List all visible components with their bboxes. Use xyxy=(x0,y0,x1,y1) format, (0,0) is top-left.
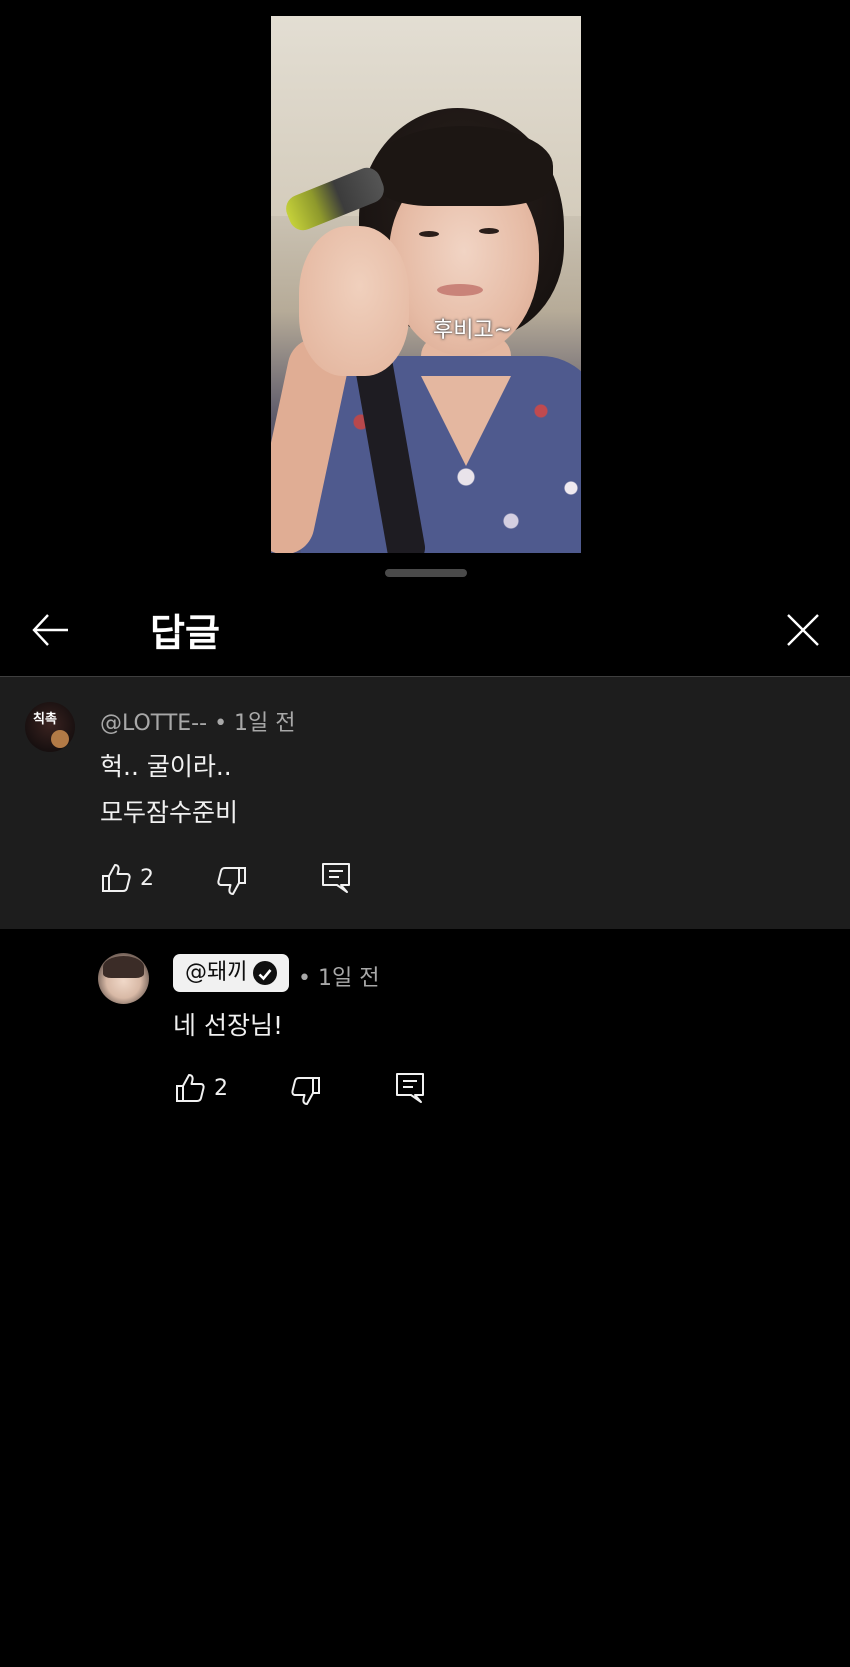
screen: 후비고~ 답글 칙촉 @LOTTE-- • 1일 전 헉.. 굴이라.. 모두잠… xyxy=(0,0,850,1667)
video-lips xyxy=(437,284,483,296)
video-neckline xyxy=(421,376,511,466)
meta-separator: • xyxy=(298,966,311,991)
reply-time: 1일 전 xyxy=(317,966,380,991)
dislike-button[interactable] xyxy=(215,864,249,898)
reply-like-button[interactable] xyxy=(173,1071,207,1105)
arrow-left-icon xyxy=(32,614,68,646)
comment-author[interactable]: @LOTTE-- xyxy=(100,711,207,736)
avatar-logo-text: 칙촉 xyxy=(33,712,57,727)
replies-header: 답글 xyxy=(0,590,850,676)
avatar-hair xyxy=(103,956,144,978)
thumbs-up-icon xyxy=(102,864,131,892)
reply-text: 네 선장님! xyxy=(173,1011,283,1040)
avatar-cookie-image xyxy=(51,730,69,748)
video-player[interactable]: 후비고~ xyxy=(271,16,581,553)
reply-like-count: 2 xyxy=(214,1076,228,1101)
video-hand xyxy=(299,226,409,376)
comment-text-line-2: 모두잠수준비 xyxy=(100,798,239,827)
back-button[interactable] xyxy=(28,608,72,652)
verified-check-icon xyxy=(253,961,278,985)
thumbs-down-icon xyxy=(291,1077,320,1105)
like-count: 2 xyxy=(140,866,154,891)
video-caption: 후비고~ xyxy=(433,318,513,343)
close-icon xyxy=(787,614,819,646)
comment-meta: @LOTTE-- • 1일 전 xyxy=(100,705,296,737)
close-button[interactable] xyxy=(781,608,825,652)
reply-button[interactable] xyxy=(319,861,353,895)
page-title: 답글 xyxy=(150,611,220,655)
video-fringe xyxy=(375,126,553,206)
meta-separator: • xyxy=(214,711,228,736)
drag-handle[interactable] xyxy=(385,569,467,577)
comment-text-line-1: 헉.. 굴이라.. xyxy=(100,752,232,781)
reply-dislike-button[interactable] xyxy=(289,1074,323,1108)
video-eye-left xyxy=(419,231,439,237)
avatar[interactable]: 칙촉 xyxy=(25,702,75,752)
reply-author: @돼끼 xyxy=(185,960,248,985)
reply-avatar[interactable] xyxy=(98,953,149,1004)
like-button[interactable] xyxy=(99,861,133,895)
comment-icon xyxy=(322,863,350,893)
video-eye-right xyxy=(479,228,499,234)
comment-time: 1일 전 xyxy=(234,711,296,736)
thumbs-up-icon xyxy=(176,1074,205,1102)
reply-meta: • 1일 전 xyxy=(298,960,379,992)
comment-icon xyxy=(396,1073,424,1103)
parent-comment: 칙촉 @LOTTE-- • 1일 전 헉.. 굴이라.. 모두잠수준비 2 xyxy=(0,677,850,929)
reply-author-chip[interactable]: @돼끼 xyxy=(173,954,290,992)
thumbs-down-icon xyxy=(217,867,246,895)
reply-reply-button[interactable] xyxy=(393,1071,427,1105)
